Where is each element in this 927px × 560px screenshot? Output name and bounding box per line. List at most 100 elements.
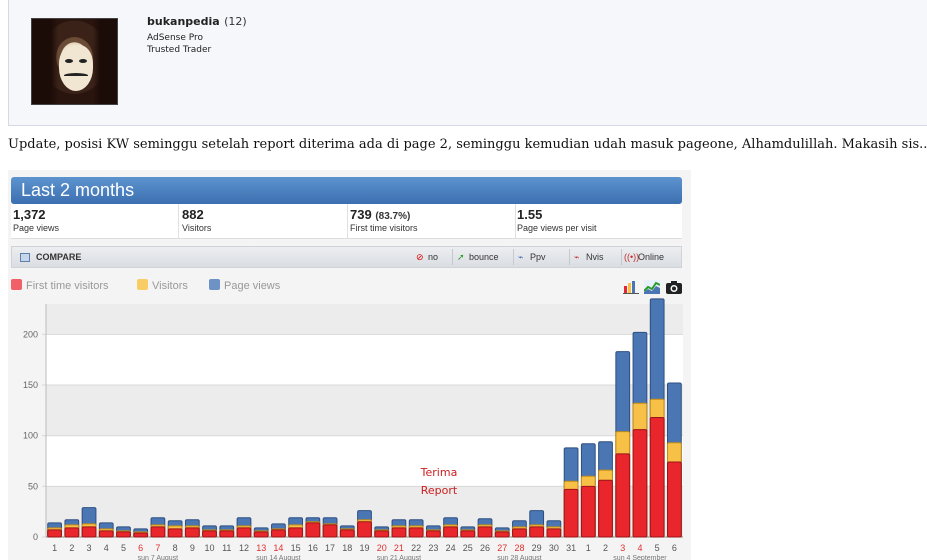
legend-swatch — [11, 279, 22, 290]
bar-first-time — [64, 527, 80, 538]
x-tick-label: 13 — [256, 543, 266, 553]
bar-first-time — [236, 527, 252, 538]
stats-screenshot: Last 2 months 1,372 Page views 882 Visit… — [8, 170, 691, 560]
summary-value: 739 (83.7%) — [350, 207, 515, 222]
bar-first-time — [271, 529, 286, 538]
summary-first-time: 739 (83.7%) First time visitors — [348, 204, 516, 239]
legend-first-time[interactable]: First time visitors — [11, 279, 109, 292]
annotation-line: Terima — [420, 466, 458, 479]
week-label: sun 7 August — [138, 555, 179, 560]
annotation-line: Report — [421, 484, 458, 497]
legend-label: Page views — [224, 280, 281, 292]
stats-toolbar: COMPARE ⊘ no ➚ bounce ⌁ Ppv ⌁ Nvis ((•)) Onli… — [11, 246, 682, 268]
user-title: AdSense Pro — [147, 33, 204, 43]
legend-page-views[interactable]: Page views — [209, 279, 280, 292]
bar-first-time — [580, 485, 596, 538]
online-button[interactable]: ((•)) Online — [621, 249, 681, 265]
bar-first-time — [649, 416, 665, 538]
bar-first-time — [632, 429, 648, 538]
x-tick-label: 12 — [239, 543, 249, 553]
camera-icon[interactable] — [666, 280, 682, 294]
bar-first-time — [184, 527, 200, 538]
legend-label: Visitors — [152, 280, 188, 292]
chart-band — [46, 334, 683, 386]
filter-no-label: no — [428, 252, 439, 262]
x-tick-label: 5 — [655, 543, 660, 553]
x-tick-label: 31 — [566, 543, 576, 553]
bar-chart-icon[interactable] — [623, 280, 639, 294]
avatar-mustache — [64, 73, 88, 78]
filter-ppv-button[interactable]: ⌁ Ppv — [513, 249, 558, 265]
bar-first-time — [339, 529, 355, 538]
bar-first-time — [391, 527, 407, 538]
x-tick-label: 23 — [428, 543, 438, 553]
x-tick-label: 25 — [463, 543, 473, 553]
y-tick-label: 50 — [28, 481, 38, 491]
summary-ppv: 1.55 Page views per visit — [515, 204, 682, 239]
filter-nvis-label: Nvis — [586, 252, 604, 262]
bar-first-time — [546, 528, 562, 538]
bar-first-time — [81, 526, 97, 538]
x-tick-label: 2 — [603, 543, 608, 553]
post-message: Update, posisi KW seminggu setelah repor… — [8, 137, 927, 152]
bar-first-time — [408, 527, 424, 538]
compare-icon — [20, 253, 30, 262]
summary-value: 882 — [182, 207, 204, 222]
x-tick-label: 27 — [497, 543, 507, 553]
avatar[interactable] — [31, 18, 118, 105]
username-link[interactable]: bukanpedia — [147, 15, 220, 28]
bar-first-time — [443, 526, 458, 538]
summary-value: 1,372 — [13, 207, 46, 222]
chart-band — [46, 304, 683, 335]
chart-band — [46, 385, 683, 436]
summary-value: 1.55 — [517, 207, 543, 222]
bar-first-time — [615, 453, 631, 538]
bar-first-time — [477, 526, 493, 538]
summary-label: Page views per visit — [517, 223, 597, 233]
x-tick-label: 17 — [325, 543, 335, 553]
x-tick-label: 29 — [532, 543, 542, 553]
x-tick-label: 20 — [377, 543, 387, 553]
avatar-eye — [65, 59, 73, 63]
online-label: Online — [638, 252, 665, 262]
summary-visitors: 882 Visitors — [180, 204, 348, 239]
filter-nvis-button[interactable]: ⌁ Nvis — [569, 249, 619, 265]
x-tick-label: 30 — [549, 543, 559, 553]
bar-first-time — [219, 530, 235, 538]
bar-first-time — [494, 531, 510, 538]
filter-bounce-button[interactable]: ➚ bounce — [452, 249, 509, 265]
week-label: sun 28 August — [497, 555, 541, 560]
x-tick-label: 28 — [514, 543, 524, 553]
stats-title-bar: Last 2 months — [11, 177, 682, 204]
x-tick-label: 11 — [222, 543, 231, 553]
legend-swatch — [209, 279, 220, 290]
x-tick-label: 6 — [138, 543, 143, 553]
avatar-mask — [59, 45, 93, 91]
bar-first-time — [167, 528, 183, 538]
no-icon: ⊘ — [416, 252, 424, 262]
x-tick-label: 18 — [342, 543, 352, 553]
bar-first-time — [512, 528, 527, 538]
bar-first-time — [322, 524, 338, 538]
ppv-icon: ⌁ — [518, 252, 524, 262]
summary-page-views: 1,372 Page views — [11, 204, 179, 239]
bar-first-time — [529, 526, 545, 538]
filter-bounce-label: bounce — [469, 252, 499, 262]
y-tick-label: 0 — [33, 532, 38, 542]
summary-value-number: 739 — [350, 207, 372, 222]
legend-swatch — [137, 279, 148, 290]
x-tick-label: 19 — [359, 543, 369, 553]
nvis-icon: ⌁ — [574, 252, 580, 262]
summary-label: Visitors — [182, 223, 212, 233]
x-tick-label: 1 — [52, 543, 57, 553]
post-author-panel: bukanpedia (12) AdSense Pro Trusted Trad… — [8, 0, 927, 126]
filter-no-button[interactable]: ⊘ no — [412, 249, 452, 265]
compare-button[interactable]: COMPARE — [36, 252, 81, 262]
line-chart-icon[interactable] — [644, 280, 660, 294]
summary-label: Page views — [13, 223, 60, 233]
x-tick-label: 22 — [411, 543, 421, 553]
x-tick-label: 6 — [672, 543, 677, 553]
x-tick-label: 24 — [446, 543, 456, 553]
legend-visitors[interactable]: Visitors — [137, 279, 188, 292]
bar-first-time — [202, 530, 217, 538]
